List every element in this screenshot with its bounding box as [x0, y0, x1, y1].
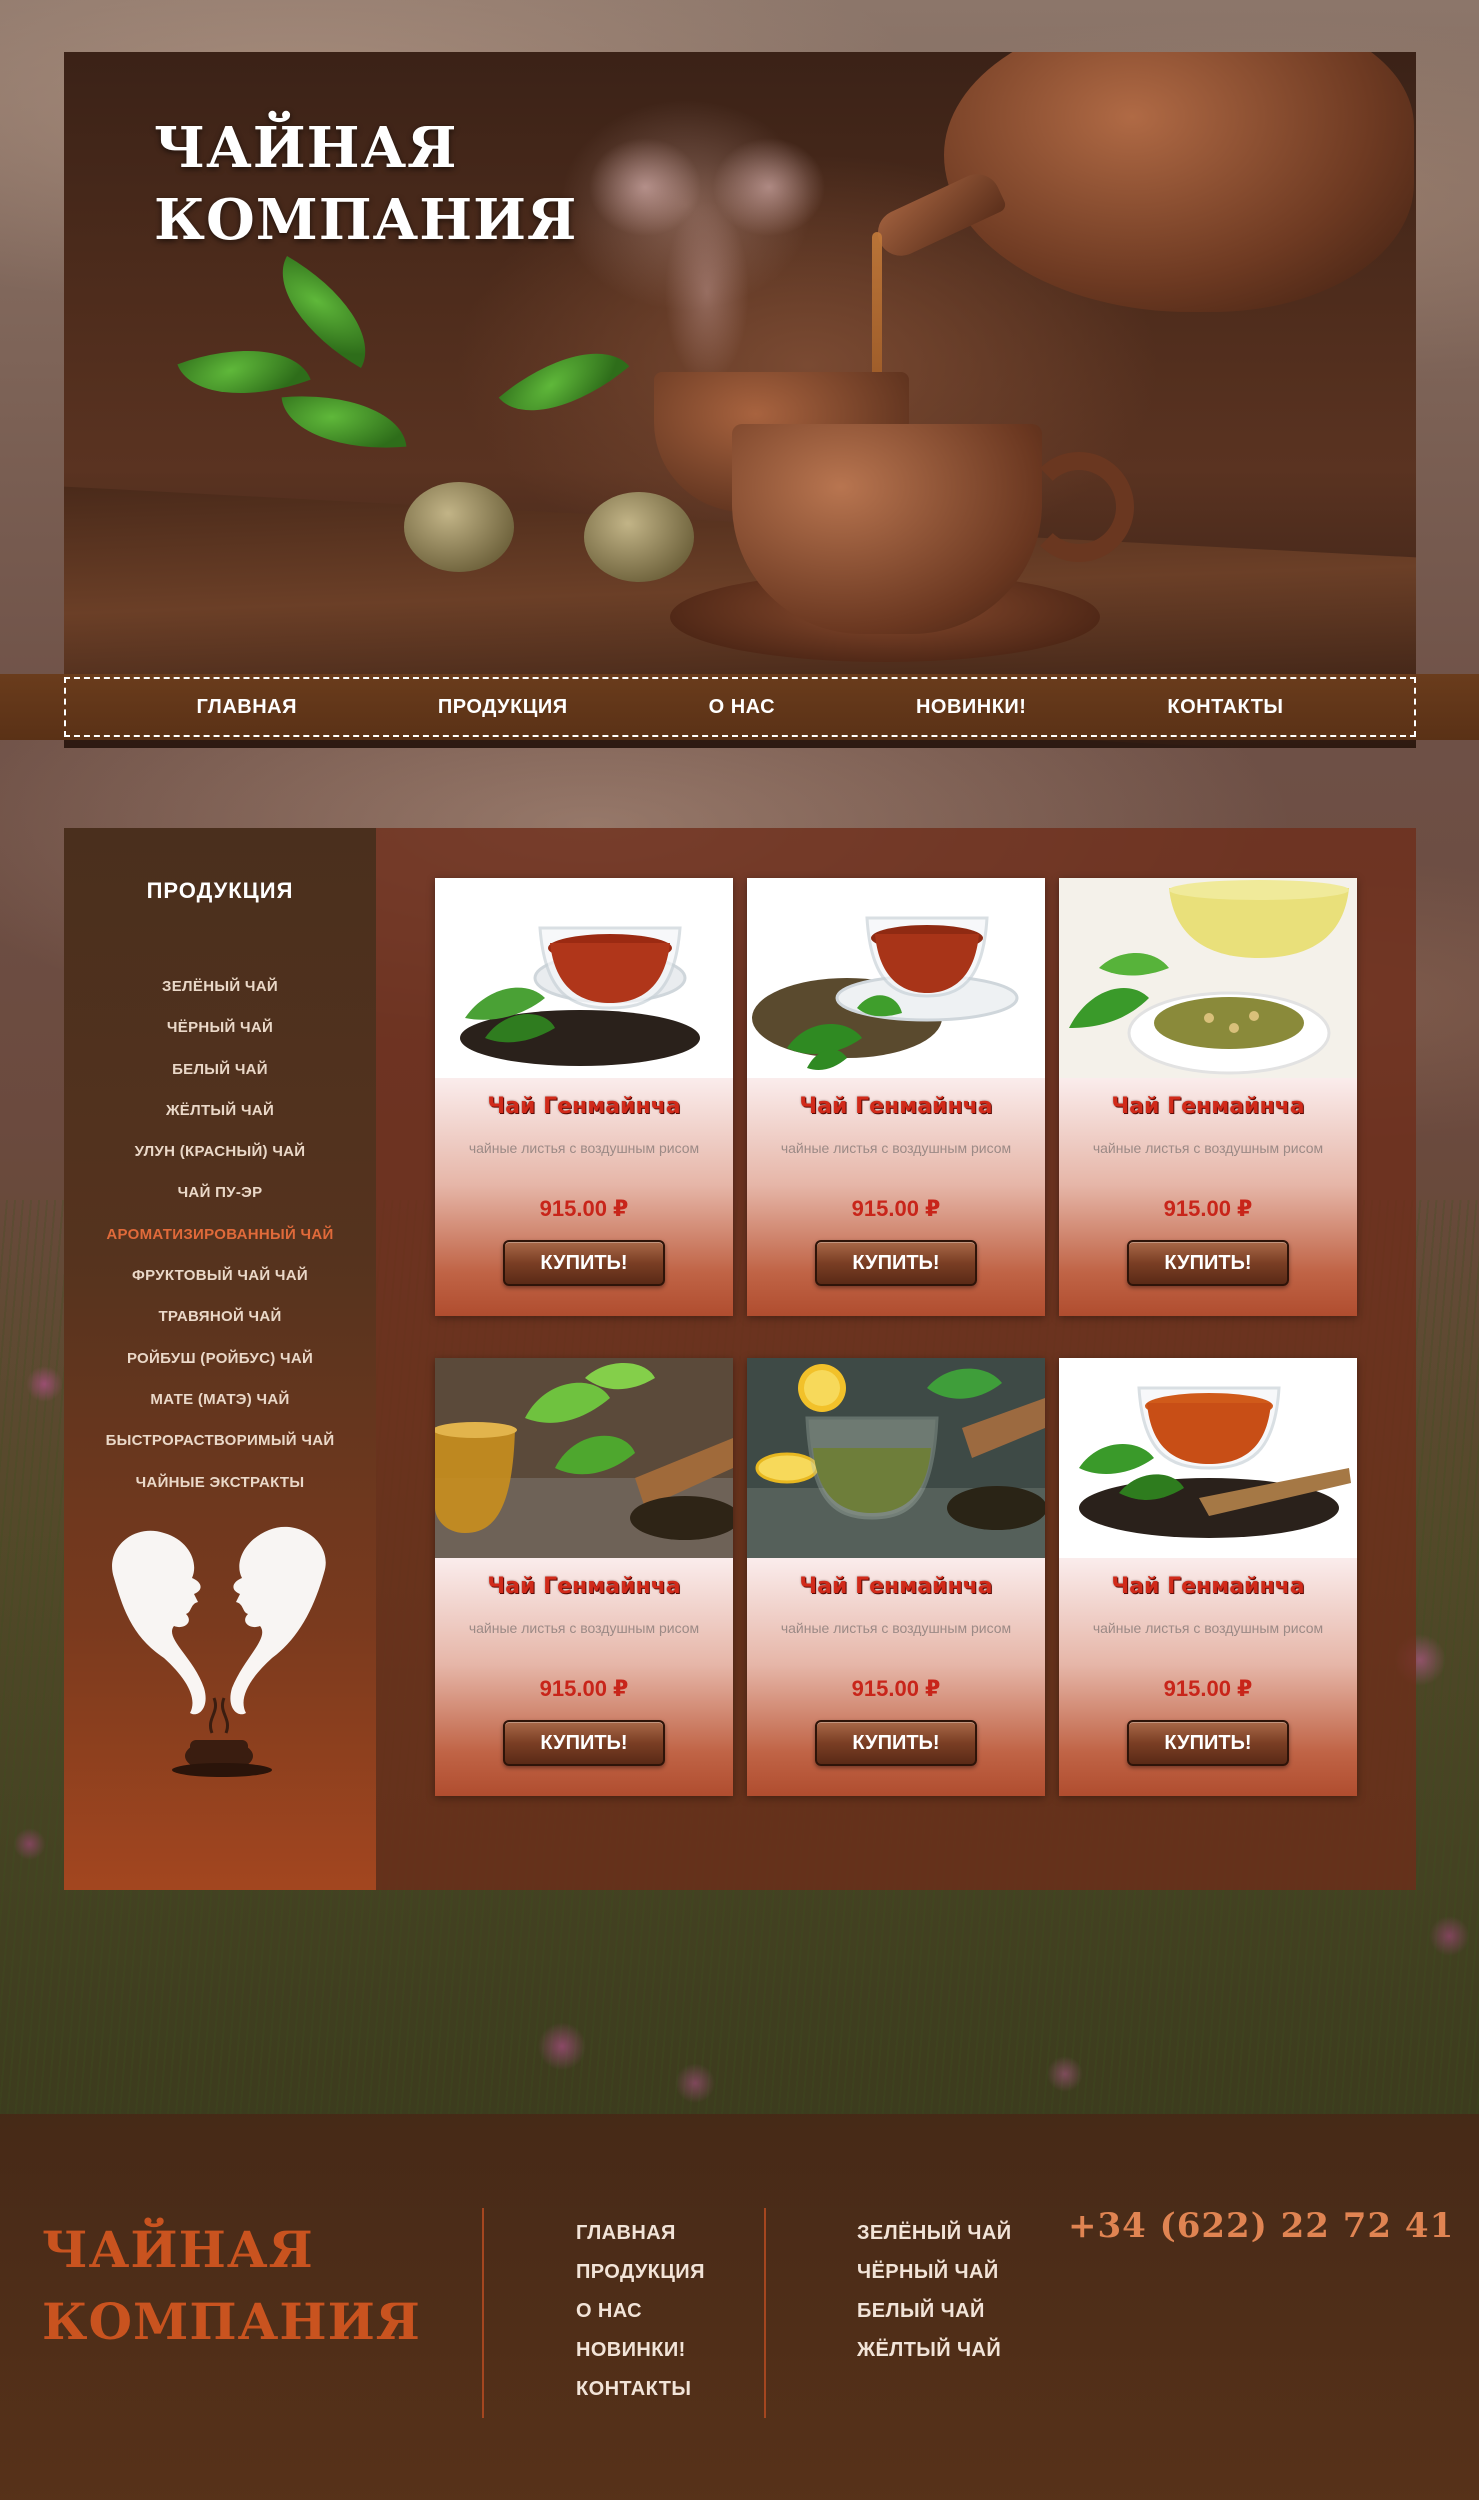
sidebar-item-green-tea[interactable]: ЗЕЛЁНЫЙ ЧАЙ	[64, 966, 376, 1007]
main-nav: ГЛАВНАЯ ПРОДУКЦИЯ О НАС НОВИНКИ! КОНТАКТ…	[64, 677, 1416, 737]
main-content: ПРОДУКЦИЯ ЗЕЛЁНЫЙ ЧАЙ ЧЁРНЫЙ ЧАЙ БЕЛЫЙ Ч…	[64, 828, 1416, 1890]
footer-nav-home[interactable]: ГЛАВНАЯ	[576, 2214, 705, 2253]
product-description: чайные листья с воздушным рисом	[780, 1620, 1012, 1636]
sidebar-item-fruit-tea[interactable]: ФРУКТОВЫЙ ЧАЙ ЧАЙ	[64, 1255, 376, 1296]
product-name[interactable]: Чай Генмайнча	[1059, 1574, 1357, 1599]
sidebar-item-white-tea[interactable]: БЕЛЫЙ ЧАЙ	[64, 1049, 376, 1090]
sidebar-item-oolong-tea[interactable]: УЛУН (КРАСНЫЙ) ЧАЙ	[64, 1131, 376, 1172]
product-photo-yellow-tea[interactable]	[1059, 878, 1357, 1078]
product-price: 915.00 ₽	[851, 1196, 941, 1221]
footer-category-black[interactable]: ЧЁРНЫЙ ЧАЙ	[857, 2253, 1012, 2292]
product-description: чайные листья с воздушным рисом	[1092, 1620, 1324, 1636]
footer-nav-about[interactable]: О НАС	[576, 2292, 705, 2331]
product-photo-herbal-tea[interactable]	[747, 878, 1045, 1078]
buy-button[interactable]: КУПИТЬ!	[503, 1720, 665, 1766]
tea-ball-image	[404, 482, 514, 572]
nav-item-new[interactable]: НОВИНКИ!	[916, 696, 1027, 719]
buy-button[interactable]: КУПИТЬ!	[1127, 1240, 1289, 1286]
sidebar-title: ПРОДУКЦИЯ	[146, 878, 294, 903]
product-description: чайные листья с воздушным рисом	[468, 1620, 700, 1636]
front-cup-image	[732, 424, 1042, 634]
brand-title[interactable]: ЧАЙНАЯ КОМПАНИЯ	[154, 112, 674, 256]
sidebar-item-flavored-tea[interactable]: АРОМАТИЗИРОВАННЫЙ ЧАЙ	[64, 1214, 376, 1255]
product-name[interactable]: Чай Генмайнча	[1059, 1094, 1357, 1119]
couple-silhouette-icon	[112, 1526, 326, 1777]
product-price: 915.00 ₽	[851, 1676, 941, 1701]
sidebar-item-rooibos-tea[interactable]: РОЙБУШ (РОЙБУС) ЧАЙ	[64, 1338, 376, 1379]
product-card: Чай Генмайнча чайные листья с воздушным …	[747, 1358, 1045, 1796]
footer-phone[interactable]: +34 (622) 22 72 41	[1068, 2206, 1454, 2246]
nav-item-products[interactable]: ПРОДУКЦИЯ	[438, 696, 568, 719]
sidebar-item-herbal-tea[interactable]: ТРАВЯНОЙ ЧАЙ	[64, 1296, 376, 1337]
tea-leaf-image	[281, 386, 407, 458]
product-photo-lemon-green-tea[interactable]	[747, 1358, 1045, 1558]
footer-nav: ГЛАВНАЯ ПРОДУКЦИЯ О НАС НОВИНКИ! КОНТАКТ…	[576, 2214, 705, 2409]
category-list: ЗЕЛЁНЫЙ ЧАЙ ЧЁРНЫЙ ЧАЙ БЕЛЫЙ ЧАЙ ЖЁЛТЫЙ …	[64, 966, 376, 1503]
product-name[interactable]: Чай Генмайнча	[747, 1574, 1045, 1599]
sidebar-item-black-tea[interactable]: ЧЁРНЫЙ ЧАЙ	[64, 1007, 376, 1048]
buy-button[interactable]: КУПИТЬ!	[815, 1720, 977, 1766]
footer-categories: ЗЕЛЁНЫЙ ЧАЙ ЧЁРНЫЙ ЧАЙ БЕЛЫЙ ЧАЙ ЖЁЛТЫЙ …	[857, 2214, 1012, 2370]
product-card: Чай Генмайнча чайные листья с воздушным …	[1059, 878, 1357, 1316]
product-card: Чай Генмайнча чайные листья с воздушным …	[747, 878, 1045, 1316]
sidebar: ПРОДУКЦИЯ ЗЕЛЁНЫЙ ЧАЙ ЧЁРНЫЙ ЧАЙ БЕЛЫЙ Ч…	[64, 828, 376, 1890]
footer-divider	[764, 2208, 766, 2418]
product-price: 915.00 ₽	[1163, 1676, 1253, 1701]
tea-ball-image	[584, 492, 694, 582]
product-price: 915.00 ₽	[1163, 1196, 1253, 1221]
footer-nav-new[interactable]: НОВИНКИ!	[576, 2331, 705, 2370]
product-name[interactable]: Чай Генмайнча	[747, 1094, 1045, 1119]
product-photo-red-tea[interactable]	[1059, 1358, 1357, 1558]
buy-button[interactable]: КУПИТЬ!	[815, 1240, 977, 1286]
buy-button[interactable]: КУПИТЬ!	[503, 1240, 665, 1286]
product-name[interactable]: Чай Генмайнча	[435, 1094, 733, 1119]
product-description: чайные листья с воздушным рисом	[780, 1140, 1012, 1156]
sidebar-item-tea-extracts[interactable]: ЧАЙНЫЕ ЭКСТРАКТЫ	[64, 1462, 376, 1503]
footer-category-yellow[interactable]: ЖЁЛТЫЙ ЧАЙ	[857, 2331, 1012, 2370]
nav-item-about[interactable]: О НАС	[709, 696, 775, 719]
product-photo-green-leaves-tea[interactable]	[435, 1358, 733, 1558]
product-card: Чай Генмайнча чайные листья с воздушным …	[435, 878, 733, 1316]
sidebar-item-yellow-tea[interactable]: ЖЁЛТЫЙ ЧАЙ	[64, 1090, 376, 1131]
nav-item-home[interactable]: ГЛАВНАЯ	[196, 696, 297, 719]
product-description: чайные листья с воздушным рисом	[468, 1140, 700, 1156]
footer-nav-contacts[interactable]: КОНТАКТЫ	[576, 2370, 705, 2409]
product-card: Чай Генмайнча чайные листья с воздушным …	[1059, 1358, 1357, 1796]
nav-item-contacts[interactable]: КОНТАКТЫ	[1167, 696, 1283, 719]
footer-brand[interactable]: ЧАЙНАЯ КОМПАНИЯ	[42, 2214, 462, 2358]
footer-category-white[interactable]: БЕЛЫЙ ЧАЙ	[857, 2292, 1012, 2331]
product-photo-black-tea[interactable]	[435, 878, 733, 1078]
sidebar-item-instant-tea[interactable]: БЫСТРОРАСТВОРИМЫЙ ЧАЙ	[64, 1420, 376, 1461]
product-name[interactable]: Чай Генмайнча	[435, 1574, 733, 1599]
product-card: Чай Генмайнча чайные листья с воздушным …	[435, 1358, 733, 1796]
footer-nav-products[interactable]: ПРОДУКЦИЯ	[576, 2253, 705, 2292]
footer-category-green[interactable]: ЗЕЛЁНЫЙ ЧАЙ	[857, 2214, 1012, 2253]
product-price: 915.00 ₽	[539, 1676, 629, 1701]
product-price: 915.00 ₽	[539, 1196, 629, 1221]
header-banner: ЧАЙНАЯ КОМПАНИЯ	[64, 52, 1416, 748]
buy-button[interactable]: КУПИТЬ!	[1127, 1720, 1289, 1766]
sidebar-item-puerh-tea[interactable]: ЧАЙ ПУ-ЭР	[64, 1172, 376, 1213]
sidebar-item-mate-tea[interactable]: МАТЕ (МАТЭ) ЧАЙ	[64, 1379, 376, 1420]
tea-leaf-image	[257, 256, 391, 368]
product-description: чайные листья с воздушным рисом	[1092, 1140, 1324, 1156]
footer: ЧАЙНАЯ КОМПАНИЯ ГЛАВНАЯ ПРОДУКЦИЯ О НАС …	[0, 2114, 1479, 2500]
footer-divider	[482, 2208, 484, 2418]
teapot-image	[944, 52, 1414, 312]
